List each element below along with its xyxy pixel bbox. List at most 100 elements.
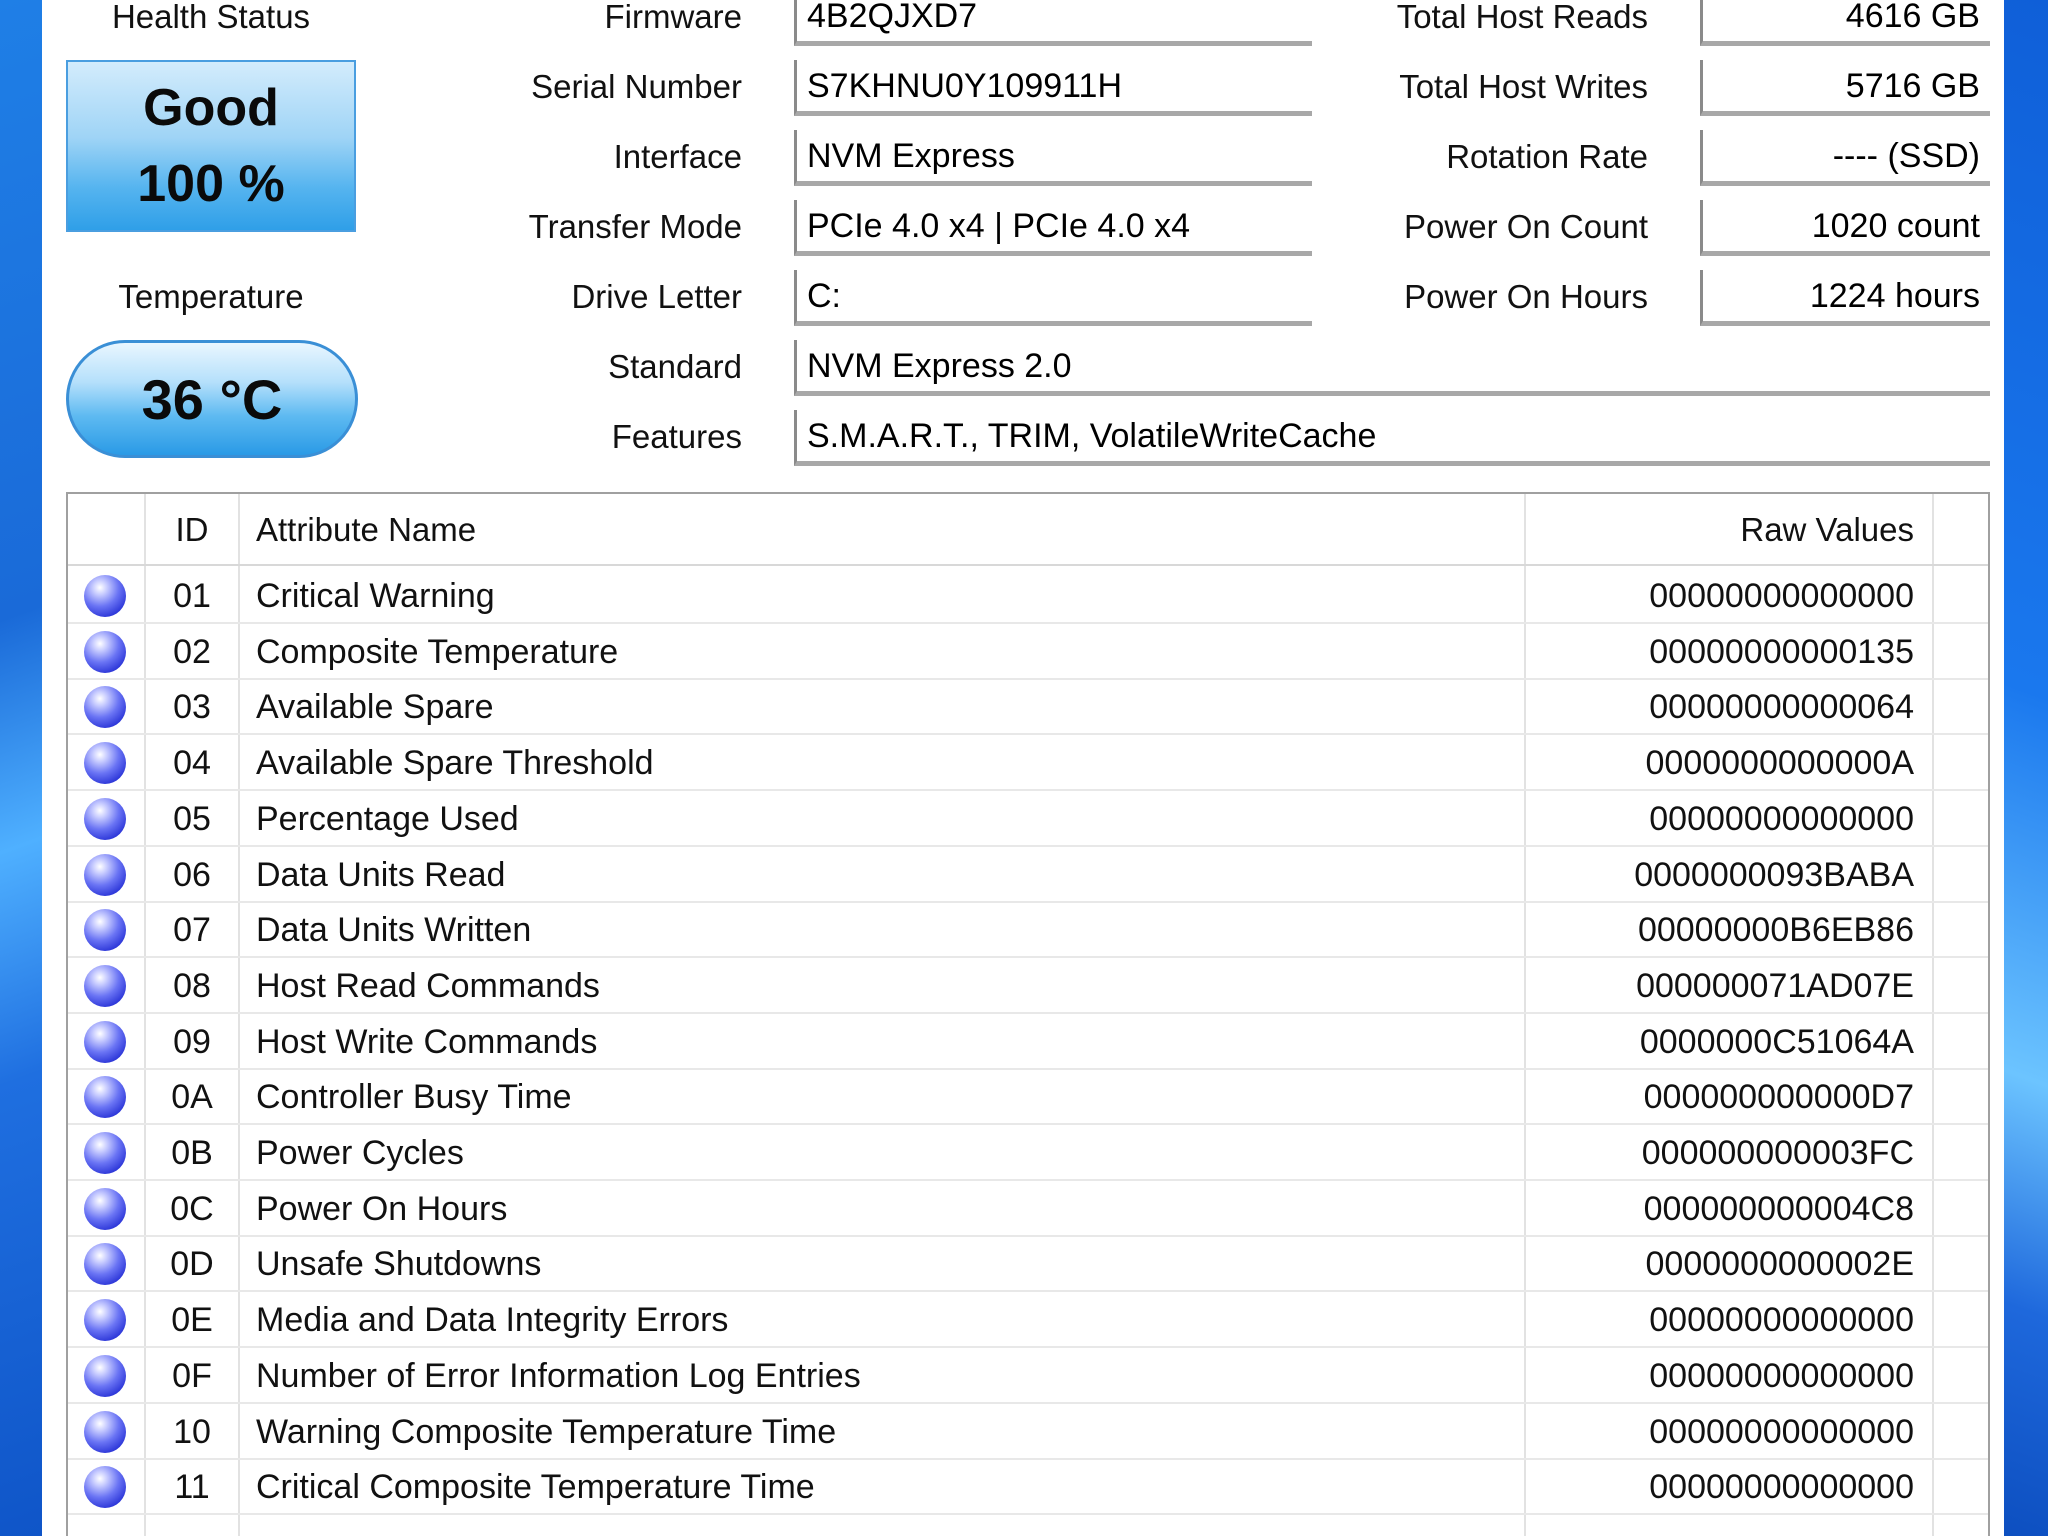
table-row[interactable]: 0A Controller Busy Time 000000000000D7 <box>68 1069 1988 1126</box>
attribute-id: 09 <box>173 1022 211 1061</box>
status-dot-icon <box>84 1020 126 1063</box>
features-label: Features <box>611 418 742 455</box>
power-on-hours-label: Power On Hours <box>1404 278 1648 315</box>
attribute-raw-value: 00000000000000 <box>1649 799 1914 838</box>
serial-number-label: Serial Number <box>531 68 742 105</box>
temperature-value: 36 °C <box>141 367 283 431</box>
attribute-name: Critical Composite Temperature Time <box>256 1468 815 1507</box>
table-row[interactable]: 0B Power Cycles 000000000003FC <box>68 1125 1988 1181</box>
status-dot-icon <box>84 1410 126 1453</box>
attribute-id: 0C <box>170 1189 214 1228</box>
table-row[interactable]: 0D Unsafe Shutdowns 0000000000002E <box>68 1236 1988 1293</box>
status-dot-icon <box>84 1466 126 1509</box>
attribute-name: Available Spare Threshold <box>256 744 654 783</box>
attribute-raw-value: 00000000000135 <box>1649 632 1914 671</box>
serial-number-field: S7KHNU0Y109911H <box>794 60 1312 116</box>
table-row[interactable]: 01 Critical Warning 00000000000000 <box>68 568 1988 624</box>
attribute-id: 0B <box>171 1134 213 1172</box>
column-header-id[interactable]: ID <box>146 494 238 564</box>
table-row[interactable]: 07 Data Units Written 00000000B6EB86 <box>68 902 1988 959</box>
attribute-id: 03 <box>173 688 211 727</box>
health-status-label: Health Status <box>111 0 311 35</box>
attribute-id: 08 <box>173 966 211 1005</box>
firmware-label: Firmware <box>604 0 743 35</box>
desktop-wallpaper-left <box>0 0 42 1536</box>
attribute-name: Unsafe Shutdowns <box>256 1245 542 1284</box>
status-dot-icon <box>84 1243 126 1286</box>
attribute-name: Data Units Read <box>256 855 506 894</box>
drive-letter-label: Drive Letter <box>571 278 742 315</box>
attribute-name: Number of Error Information Log Entries <box>256 1356 861 1395</box>
attribute-id: 0D <box>170 1245 214 1284</box>
attribute-name: Critical Warning <box>256 577 495 615</box>
rotation-rate-field: ---- (SSD) <box>1700 130 1990 186</box>
attribute-name: Power On Hours <box>256 1189 508 1228</box>
attribute-id: 06 <box>173 855 211 894</box>
features-field: S.M.A.R.T., TRIM, VolatileWriteCache <box>794 410 1990 466</box>
rotation-rate-label: Rotation Rate <box>1446 138 1648 175</box>
table-header: ID Attribute Name Raw Values <box>68 494 1988 566</box>
attribute-raw-value: 00000000B6EB86 <box>1637 911 1914 950</box>
attribute-name: Host Read Commands <box>256 966 600 1005</box>
attribute-name: Available Spare <box>256 688 494 727</box>
attribute-name: Percentage Used <box>256 799 519 838</box>
attribute-raw-value: 000000000003FC <box>1641 1134 1914 1172</box>
temperature-button[interactable]: 36 °C <box>66 340 358 458</box>
table-row[interactable]: 10 Warning Composite Temperature Time 0000… <box>68 1404 1988 1460</box>
attribute-raw-value: 00000000000000 <box>1649 1468 1914 1507</box>
attribute-name: Media and Data Integrity Errors <box>256 1301 729 1340</box>
attribute-name: Host Write Commands <box>256 1022 598 1061</box>
health-status-button[interactable]: Good 100 % <box>66 60 356 232</box>
power-on-count-label: Power On Count <box>1404 208 1648 245</box>
column-header-raw-values[interactable]: Raw Values <box>1524 494 1914 564</box>
firmware-field: 4B2QJXD7 <box>794 0 1312 46</box>
status-dot-icon <box>84 964 126 1007</box>
attribute-raw-value: 00000000000000 <box>1649 1301 1914 1340</box>
status-dot-icon <box>84 1132 126 1174</box>
attribute-raw-value: 0000000000002E <box>1645 1245 1915 1284</box>
attribute-id: 02 <box>173 632 211 671</box>
standard-field: NVM Express 2.0 <box>794 340 1990 396</box>
table-row[interactable]: 0C Power On Hours 000000000004C8 <box>68 1181 1988 1237</box>
smart-attribute-table[interactable]: ID Attribute Name Raw Values 01 Critical … <box>66 492 1990 1536</box>
table-row[interactable]: 03 Available Spare 00000000000064 <box>68 679 1988 736</box>
attribute-id: 05 <box>173 799 211 838</box>
table-row[interactable]: 06 Data Units Read 0000000093BABA <box>68 847 1988 903</box>
attribute-name: Controller Busy Time <box>256 1078 572 1117</box>
status-dot-icon <box>84 575 126 617</box>
attribute-raw-value: 00000000000000 <box>1649 1412 1914 1451</box>
attribute-id: 0A <box>171 1078 213 1117</box>
attribute-raw-value: 000000071AD07E <box>1636 966 1914 1005</box>
table-row[interactable]: 11 Critical Composite Temperature Time 000… <box>68 1459 1988 1516</box>
interface-field: NVM Express <box>794 130 1312 186</box>
table-row[interactable]: 09 Host Write Commands 0000000C51064A <box>68 1014 1988 1070</box>
power-on-count-field: 1020 count <box>1700 200 1990 256</box>
status-dot-icon <box>84 1187 126 1230</box>
total-host-writes-field: 5716 GB <box>1700 60 1990 116</box>
status-dot-icon <box>84 630 126 673</box>
interface-label: Interface <box>613 138 742 175</box>
table-row[interactable]: 04 Available Spare Threshold 0000000000000… <box>68 735 1988 792</box>
standard-label: Standard <box>608 348 742 385</box>
attribute-raw-value: 0000000000000A <box>1645 744 1915 783</box>
total-host-reads-label: Total Host Reads <box>1396 0 1648 35</box>
attribute-id: 11 <box>174 1468 210 1507</box>
column-header-attribute-name[interactable]: Attribute Name <box>256 494 476 564</box>
attribute-name: Warning Composite Temperature Time <box>256 1412 837 1451</box>
table-row[interactable]: 02 Composite Temperature 00000000000135 <box>68 624 1988 680</box>
table-row[interactable]: 0F Number of Error Information Log Entrie… <box>68 1348 1988 1404</box>
table-row[interactable]: 0E Media and Data Integrity Errors 0000000… <box>68 1292 1988 1349</box>
attribute-raw-value: 000000000000D7 <box>1643 1078 1914 1117</box>
attribute-raw-value: 00000000000064 <box>1649 688 1914 727</box>
attribute-id: 01 <box>173 577 211 615</box>
attribute-raw-value: 000000000004C8 <box>1643 1189 1914 1228</box>
attribute-id: 0E <box>171 1301 213 1340</box>
table-row[interactable]: 08 Host Read Commands 000000071AD07E <box>68 958 1988 1014</box>
attribute-name: Data Units Written <box>256 911 532 950</box>
status-dot-icon <box>84 1076 126 1119</box>
status-dot-icon <box>84 686 126 729</box>
attribute-id: 07 <box>173 911 211 950</box>
attribute-name: Power Cycles <box>256 1134 464 1172</box>
table-row[interactable]: 05 Percentage Used 00000000000000 <box>68 791 1988 847</box>
attribute-name: Composite Temperature <box>256 632 619 671</box>
